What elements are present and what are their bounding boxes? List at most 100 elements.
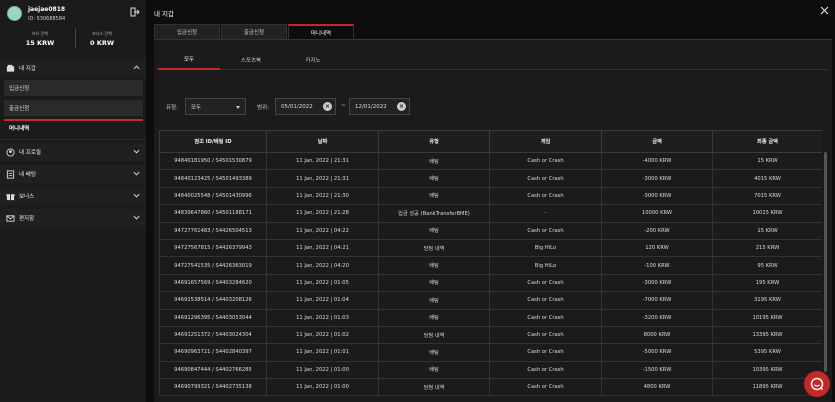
table-cell: 94690799321 / S4402735138 — [159, 378, 267, 397]
chevron-up-icon — [133, 65, 140, 70]
table-cell: 15 KRW — [712, 151, 822, 171]
menu-bonus[interactable]: 보너스 — [0, 187, 146, 205]
table-cell: 4800 KRW — [601, 378, 713, 397]
table-row: 94690963721 / S4402840397 11 Jan, 2022 | … — [159, 343, 822, 362]
tab-money-history[interactable]: 머니내역 — [288, 24, 354, 40]
table-cell: 94839647860 / S4501188171 — [159, 204, 267, 223]
clear-icon[interactable]: × — [397, 102, 406, 111]
menu-mailbox-label: 편지함 — [19, 216, 35, 222]
table-cell: Cash or Crash — [489, 291, 602, 310]
table-row: 94690847444 / S4402766285 11 Jan, 2022 | … — [159, 360, 822, 380]
table-cell: -3000 KRW — [601, 169, 713, 188]
date-to-value: 12/01/2022 — [355, 103, 387, 110]
table-row: 94691538514 / S4403208126 11 Jan, 2022 | … — [159, 291, 822, 310]
col-ref-id: 참조 ID/베팅 ID — [159, 130, 267, 153]
page-title: 내 지갑 — [154, 10, 175, 18]
subtab-casino[interactable]: 카지노 — [282, 50, 344, 70]
table-cell: Cash or Crash — [489, 325, 602, 345]
date-to-input[interactable]: 12/01/2022 × — [349, 98, 410, 115]
table-scrollbar[interactable] — [824, 152, 827, 372]
table-cell: 7015 KRW — [712, 186, 822, 206]
chevron-down-icon — [133, 193, 140, 198]
chat-icon — [810, 377, 824, 391]
table-row: 94727567815 / S4426379943 11 Jan, 2022 | … — [159, 238, 822, 258]
table-cell: - — [489, 204, 602, 223]
table-cell: 94690963721 / S4402840397 — [159, 343, 267, 362]
menu-wallet[interactable]: 내 지갑 — [0, 59, 146, 77]
menu-profile-label: 내 프로필 — [19, 150, 41, 156]
sidebar: jaejae0818 ID: 530688584 보유 잔액 15 KRW 보너… — [0, 0, 146, 402]
table-cell: 11 Jan, 2022 | 04:20 — [266, 256, 379, 275]
table-cell: 당첨 내역 — [378, 325, 490, 345]
table-cell: Cash or Crash — [489, 186, 602, 206]
table-cell: 13395 KRW — [712, 325, 822, 345]
table-cell: -1500 KRW — [601, 360, 713, 380]
table-cell: 4015 KRW — [712, 169, 822, 188]
table-cell: 10015 KRW — [712, 204, 822, 223]
transactions-table: 참조 ID/베팅 ID 날짜 유형 게임 금액 최종 금액 9484018195… — [159, 130, 822, 402]
table-header-row: 참조 ID/베팅 ID 날짜 유형 게임 금액 최종 금액 — [159, 130, 822, 153]
gift-icon — [6, 193, 15, 200]
sidebar-item-money-history[interactable]: 머니내역 — [4, 119, 143, 135]
menu-mailbox[interactable]: 편지함 — [0, 209, 146, 227]
logout-icon[interactable] — [130, 7, 140, 17]
table-cell: 11 Jan, 2022 | 04:22 — [266, 221, 379, 240]
table-row: 94727541535 / S4426363019 11 Jan, 2022 | … — [159, 256, 822, 275]
table-cell: 11 Jan, 2022 | 01:05 — [266, 273, 379, 293]
table-cell: 배팅 — [378, 151, 490, 171]
col-amount: 금액 — [601, 130, 713, 153]
sidebar-item-withdraw[interactable]: 출금신청 — [4, 100, 143, 116]
avatar — [7, 6, 22, 21]
table-cell: 배팅 — [378, 308, 490, 327]
table-cell: 11 Jan, 2022 | 21:28 — [266, 204, 379, 223]
table-cell: Cash or Crash — [489, 343, 602, 362]
menu-profile[interactable]: 내 프로필 — [0, 143, 146, 161]
balance-bonus: 보너스 잔액 0 KRW — [67, 31, 137, 47]
table-cell: 195 KRW — [712, 273, 822, 293]
table-cell: 3195 KRW — [712, 291, 822, 310]
close-icon[interactable] — [820, 6, 829, 15]
table-cell: 배팅 — [378, 360, 490, 380]
table-cell: 배팅 — [378, 343, 490, 362]
table-cell: 11 Jan, 2022 | 01:04 — [266, 291, 379, 310]
col-final-amount: 최종 금액 — [712, 130, 822, 153]
tab-deposit[interactable]: 입금신청 — [154, 24, 220, 40]
table-cell: -200 KRW — [601, 221, 713, 240]
username: jaejae0818 — [28, 6, 66, 13]
chevron-down-icon — [133, 149, 140, 154]
table-cell: 10000 KRW — [601, 204, 713, 223]
table-row: 94840181950 / S4501530879 11 Jan, 2022 | … — [159, 151, 822, 171]
table-cell: 8000 KRW — [601, 325, 713, 345]
menu-bets[interactable]: 내 베팅 — [0, 165, 146, 183]
profile-icon — [6, 147, 15, 157]
type-select-value: 모두 — [191, 104, 202, 111]
table-cell: 94690847444 / S4402766285 — [159, 360, 267, 380]
table-cell: 215 KRW — [712, 238, 822, 258]
sidebar-item-deposit[interactable]: 입금신청 — [4, 80, 143, 96]
type-filter-label: 유형: — [166, 105, 178, 111]
subtab-sportsbook[interactable]: 스포츠북 — [220, 50, 282, 70]
table-cell: 94840123425 / S4501493389 — [159, 169, 267, 188]
table-cell: Big HiLo — [489, 238, 602, 258]
range-filter-label: 범위: — [257, 105, 269, 111]
table-cell: 94727761483 / S4426504513 — [159, 221, 267, 240]
chat-button[interactable] — [804, 371, 830, 397]
table-row: 94691657569 / S4403284620 11 Jan, 2022 | … — [159, 273, 822, 293]
table-cell: 11 Jan, 2022 | 01:03 — [266, 308, 379, 327]
table-row: 94727761483 / S4426504513 11 Jan, 2022 | … — [159, 221, 822, 240]
table-cell: 11 Jan, 2022 | 01:00 — [266, 378, 379, 397]
tab-withdraw[interactable]: 출금신청 — [221, 24, 287, 40]
clear-icon[interactable]: × — [323, 102, 332, 111]
caret-down-icon — [236, 106, 240, 109]
range-separator: ~ — [341, 102, 347, 109]
table-cell: 배팅 — [378, 291, 490, 310]
date-from-input[interactable]: 05/01/2022 × — [275, 98, 336, 115]
table-cell: 배팅 — [378, 221, 490, 240]
date-from-value: 05/01/2022 — [281, 103, 313, 110]
subtab-all[interactable]: 모두 — [158, 50, 220, 70]
bet-icon — [6, 169, 15, 179]
table-row: 94839647860 / S4501188171 11 Jan, 2022 | … — [159, 204, 822, 223]
type-select[interactable]: 모두 — [185, 98, 246, 115]
table-cell: 11 Jan, 2022 | 21:30 — [266, 186, 379, 206]
main-panel: 내 지갑 입금신청 출금신청 머니내역 모두 스포츠북 카지노 유형: 모두 범… — [148, 0, 835, 402]
